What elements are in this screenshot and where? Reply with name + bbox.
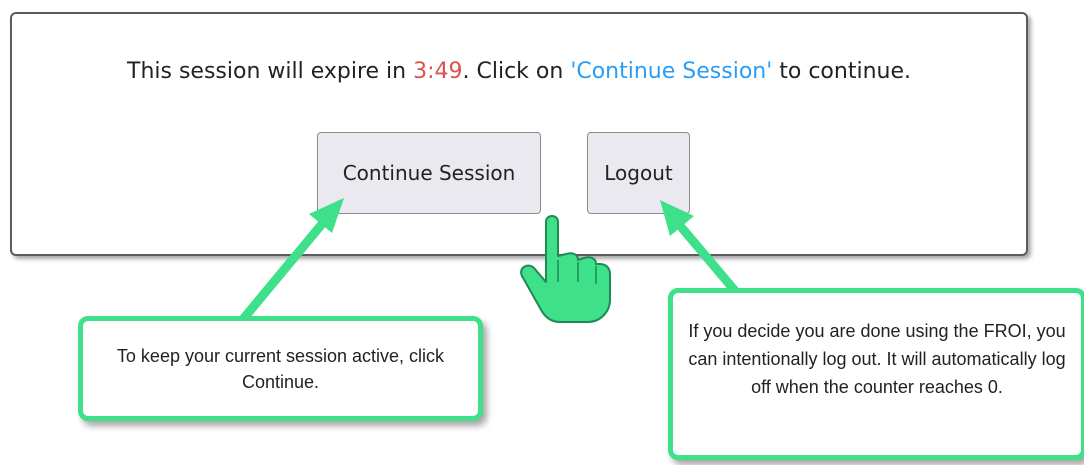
countdown-timer: 3:49 (413, 59, 463, 84)
continue-annotation-text: To keep your current session active, cli… (116, 346, 445, 392)
message-middle: . Click on (462, 59, 571, 84)
continue-annotation-callout: To keep your current session active, cli… (78, 316, 483, 421)
continue-session-reference: 'Continue Session' (570, 59, 773, 84)
session-expiry-message: This session will expire in 3:49. Click … (12, 59, 1026, 84)
continue-session-button[interactable]: Continue Session (317, 132, 541, 214)
message-prefix: This session will expire in (127, 59, 414, 84)
logout-button[interactable]: Logout (587, 132, 690, 214)
logout-annotation-callout: If you decide you are done using the FRO… (668, 288, 1084, 460)
logout-annotation-text: If you decide you are done using the FRO… (688, 321, 1066, 397)
session-timeout-dialog: This session will expire in 3:49. Click … (10, 12, 1028, 256)
message-suffix: to continue. (772, 59, 911, 84)
